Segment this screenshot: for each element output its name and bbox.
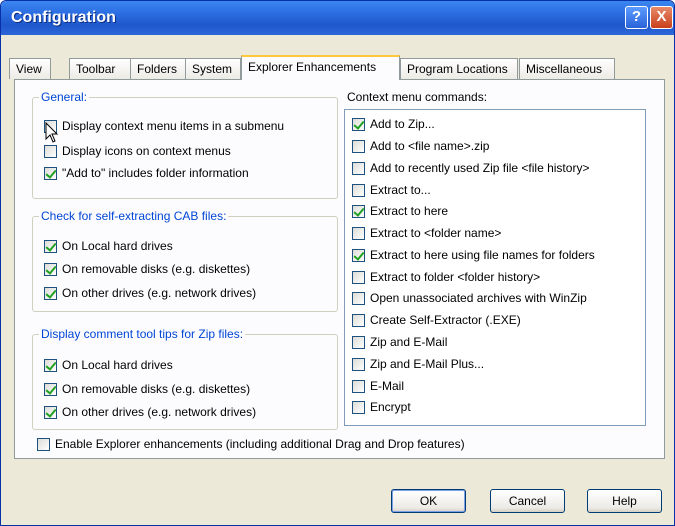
ctx-item-label: Add to Zip...	[370, 117, 435, 131]
checkbox-label: On Local hard drives	[62, 358, 173, 372]
ctx-item-label: Add to <file name>.zip	[370, 139, 490, 153]
tab-label: Program Locations	[407, 62, 508, 76]
ctx-item-label: Create Self-Extractor (.EXE)	[370, 313, 521, 327]
ctx-item-label: Zip and E-Mail Plus...	[370, 357, 485, 371]
help-title-button[interactable]: ?	[625, 6, 648, 29]
ctx-item-label: E-Mail	[370, 379, 405, 393]
checkbox-label: On removable disks (e.g. diskettes)	[62, 382, 251, 396]
cancel-button[interactable]: Cancel	[490, 489, 565, 513]
checkbox-box[interactable]	[352, 314, 365, 327]
cab-group: Check for self-extracting CAB files: On …	[32, 209, 338, 312]
checkbox-box[interactable]	[37, 438, 50, 451]
checkbox-box[interactable]	[44, 287, 57, 300]
tab-label: Explorer Enhancements	[248, 60, 377, 74]
checkbox-label: Enable Explorer enhancements (including …	[55, 437, 465, 451]
ctx-item-label: Zip and E-Mail	[370, 335, 448, 349]
tab-folders[interactable]: Folders	[130, 58, 186, 79]
checkbox-label: Display icons on context menus	[62, 144, 231, 158]
checkbox-box[interactable]	[44, 167, 57, 180]
ctx-item-label: Extract to here using file names for fol…	[370, 248, 595, 262]
tab-explorer-enhancements[interactable]: Explorer Enhancements	[241, 55, 400, 80]
checkbox-box[interactable]	[44, 359, 57, 372]
checkbox-box[interactable]	[352, 162, 365, 175]
checkbox-box[interactable]	[352, 380, 365, 393]
tab-panel: General: Display context menu items in a…	[14, 79, 665, 459]
checkbox-box[interactable]	[352, 140, 365, 153]
checkbox-box[interactable]	[352, 292, 365, 305]
tab-label: View	[16, 62, 42, 76]
close-button[interactable]: X	[650, 6, 673, 29]
ctx-item-label: Open unassociated archives with WinZip	[370, 291, 587, 305]
window-title: Configuration	[11, 9, 116, 26]
checkbox-label: On Local hard drives	[62, 239, 173, 253]
ctx-item-label: Extract to folder <folder history>	[370, 270, 541, 284]
checkbox-box[interactable]	[352, 401, 365, 414]
general-group: General: Display context menu items in a…	[32, 90, 338, 199]
context-menu-list[interactable]: Add to Zip... Add to <file name>.zip Add…	[344, 109, 646, 426]
checkbox-label: Display context menu items in a submenu	[62, 119, 285, 133]
tab-miscellaneous[interactable]: Miscellaneous	[519, 58, 615, 79]
checkbox-box[interactable]	[352, 205, 365, 218]
tab-toolbar[interactable]: Toolbar	[69, 58, 131, 79]
title-bar[interactable]: Configuration ? X	[1, 1, 674, 35]
ctx-item-label: Extract to here	[370, 204, 449, 218]
group-legend: General:	[39, 90, 90, 104]
tab-label: System	[192, 62, 233, 76]
checkbox-box[interactable]	[352, 249, 365, 262]
checkbox-label: On removable disks (e.g. diskettes)	[62, 262, 251, 276]
tab-system[interactable]: System	[185, 58, 241, 79]
tab-label: Folders	[137, 62, 178, 76]
ok-button[interactable]: OK	[391, 489, 466, 513]
checkbox-box[interactable]	[44, 240, 57, 253]
checkbox-box[interactable]	[352, 184, 365, 197]
checkbox-box[interactable]	[44, 406, 57, 419]
help-button[interactable]: Help	[587, 489, 662, 513]
help-icon: ?	[631, 8, 642, 25]
tab-label: Toolbar	[76, 62, 116, 76]
tab-view[interactable]: View	[9, 58, 51, 79]
close-icon: X	[656, 8, 667, 25]
ctx-item-label: Extract to...	[370, 183, 431, 197]
context-menu-title: Context menu commands:	[347, 90, 488, 104]
ctx-item-label: Add to recently used Zip file <file hist…	[370, 161, 590, 175]
checkbox-label: On other drives (e.g. network drives)	[62, 286, 257, 300]
checkbox-box[interactable]	[352, 271, 365, 284]
checkbox-label: On other drives (e.g. network drives)	[62, 405, 257, 419]
checkbox-box[interactable]	[352, 227, 365, 240]
checkbox-box[interactable]	[352, 118, 365, 131]
checkbox-box[interactable]	[352, 336, 365, 349]
tooltips-group: Display comment tool tips for Zip files:…	[32, 327, 338, 430]
ctx-item-label: Extract to <folder name>	[370, 226, 502, 240]
group-legend: Check for self-extracting CAB files:	[39, 209, 229, 223]
ctx-item-label: Encrypt	[370, 400, 411, 414]
checkbox-box[interactable]	[352, 358, 365, 371]
tab-label: Miscellaneous	[526, 62, 603, 76]
mouse-pointer-icon	[45, 122, 59, 143]
checkbox-box[interactable]	[44, 145, 57, 158]
checkbox-label: "Add to" includes folder information	[62, 166, 249, 180]
checkbox-box[interactable]	[44, 383, 57, 396]
group-legend: Display comment tool tips for Zip files:	[39, 327, 246, 341]
checkbox-box[interactable]	[44, 263, 57, 276]
tab-program-locations[interactable]: Program Locations	[400, 58, 518, 79]
configuration-dialog: Configuration ? X View Toolbar Folders S…	[0, 0, 675, 526]
